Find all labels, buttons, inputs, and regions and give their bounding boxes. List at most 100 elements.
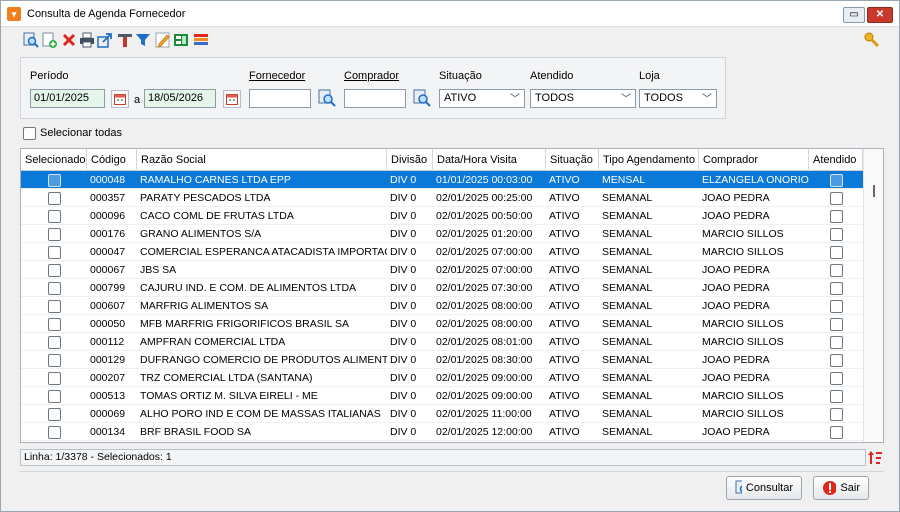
- vertical-scrollbar[interactable]: [863, 149, 883, 442]
- atendido-checkbox[interactable]: [829, 299, 843, 313]
- sort-icon[interactable]: [867, 449, 883, 466]
- atendido-checkbox[interactable]: [829, 209, 843, 223]
- search-icon[interactable]: [23, 32, 39, 48]
- checkbox[interactable]: [23, 126, 36, 140]
- column-header-tipo-agendamento[interactable]: Tipo Agendamento: [599, 149, 699, 171]
- row-select-checkbox[interactable]: [47, 191, 61, 205]
- cell-atendido[interactable]: [809, 225, 863, 243]
- table-row[interactable]: 000048 RAMALHO CARNES LTDA EPP DIV 0 01/01/…: [21, 171, 863, 189]
- row-select-checkbox[interactable]: [47, 263, 61, 277]
- row-select-checkbox[interactable]: [47, 389, 61, 403]
- table-row[interactable]: 000207 TRZ COMERCIAL LTDA (SANTANA) DIV 0 0…: [21, 369, 863, 387]
- row-select-checkbox[interactable]: [47, 173, 61, 187]
- column-header-selecionado[interactable]: Selecionado: [21, 149, 87, 171]
- scrollbar-thumb[interactable]: [873, 185, 875, 197]
- cell-selecionado[interactable]: [21, 405, 87, 423]
- cell-atendido[interactable]: [809, 315, 863, 333]
- comprador-search-icon[interactable]: [413, 89, 431, 107]
- date-from-input[interactable]: 01/01/2025: [30, 89, 105, 108]
- atendido-checkbox[interactable]: [829, 191, 843, 205]
- row-select-checkbox[interactable]: [47, 425, 61, 439]
- cell-atendido[interactable]: [809, 423, 863, 441]
- table-row[interactable]: 000134 BRF BRASIL FOOD SA DIV 0 02/01/2025 …: [21, 423, 863, 441]
- tools-icon[interactable]: [117, 32, 133, 48]
- atendido-checkbox[interactable]: [829, 245, 843, 259]
- row-select-checkbox[interactable]: [47, 371, 61, 385]
- cell-selecionado[interactable]: [21, 225, 87, 243]
- row-select-checkbox[interactable]: [47, 209, 61, 223]
- atendido-checkbox[interactable]: [829, 173, 843, 187]
- cell-atendido[interactable]: [809, 405, 863, 423]
- atendido-checkbox[interactable]: [829, 281, 843, 295]
- table-row[interactable]: 000129 DUFRANGO COMERCIO DE PRODUTOS ALIM…: [21, 351, 863, 369]
- table-row[interactable]: 000357 PARATY PESCADOS LTDA DIV 0 02/01/202…: [21, 189, 863, 207]
- cell-selecionado[interactable]: [21, 189, 87, 207]
- edit-icon[interactable]: [155, 32, 171, 48]
- fornecedor-input[interactable]: [249, 89, 311, 108]
- table-row[interactable]: 000096 CACO COML DE FRUTAS LTDA DIV 0 02/01…: [21, 207, 863, 225]
- table-row[interactable]: 000176 GRANO ALIMENTOS S/A DIV 0 02/01/2025…: [21, 225, 863, 243]
- cell-atendido[interactable]: [809, 387, 863, 405]
- cell-atendido[interactable]: [809, 369, 863, 387]
- loja-select[interactable]: TODOS ﹀: [639, 89, 717, 108]
- cell-selecionado[interactable]: [21, 243, 87, 261]
- close-button[interactable]: ✕: [867, 7, 893, 23]
- cell-selecionado[interactable]: [21, 423, 87, 441]
- column-header-comprador[interactable]: Comprador: [699, 149, 809, 171]
- row-select-checkbox[interactable]: [47, 353, 61, 367]
- table-row[interactable]: 000112 AMPFRAN COMERCIAL LTDA DIV 0 02/01/2…: [21, 333, 863, 351]
- table-row[interactable]: 000607 MARFRIG ALIMENTOS SA DIV 0 02/01/202…: [21, 297, 863, 315]
- cell-selecionado[interactable]: [21, 261, 87, 279]
- select-all-checkbox[interactable]: Selecionar todas: [23, 126, 122, 140]
- row-select-checkbox[interactable]: [47, 281, 61, 295]
- atendido-checkbox[interactable]: [829, 371, 843, 385]
- row-select-checkbox[interactable]: [47, 299, 61, 313]
- cell-selecionado[interactable]: [21, 207, 87, 225]
- date-to-input[interactable]: 18/05/2026: [144, 89, 216, 108]
- export-icon[interactable]: [97, 32, 113, 48]
- consultar-button[interactable]: Consultar: [726, 476, 802, 500]
- cell-atendido[interactable]: [809, 189, 863, 207]
- cell-selecionado[interactable]: [21, 279, 87, 297]
- sair-button[interactable]: Sair: [813, 476, 869, 500]
- column-header-atendido[interactable]: Atendido: [809, 149, 863, 171]
- table-row[interactable]: 000067 JBS SA DIV 0 02/01/2025 07:00:00 ATIV…: [21, 261, 863, 279]
- comprador-input[interactable]: [344, 89, 406, 108]
- cell-selecionado[interactable]: [21, 351, 87, 369]
- cell-selecionado[interactable]: [21, 369, 87, 387]
- atendido-checkbox[interactable]: [829, 317, 843, 331]
- column-header-situacao[interactable]: Situação: [546, 149, 599, 171]
- table-row[interactable]: 000047 COMERCIAL ESPERANCA ATACADISTA IMP…: [21, 243, 863, 261]
- spreadsheet-icon[interactable]: [173, 32, 189, 48]
- cell-atendido[interactable]: [809, 243, 863, 261]
- cell-selecionado[interactable]: [21, 297, 87, 315]
- atendido-checkbox[interactable]: [829, 425, 843, 439]
- cell-atendido[interactable]: [809, 333, 863, 351]
- column-header-codigo[interactable]: Código: [87, 149, 137, 171]
- cell-selecionado[interactable]: [21, 333, 87, 351]
- table-row[interactable]: 000799 CAJURU IND. E COM. DE ALIMENTOS LT…: [21, 279, 863, 297]
- cell-selecionado[interactable]: [21, 171, 87, 189]
- table-row[interactable]: 000050 MFB MARFRIG FRIGORIFICOS BRASIL SA…: [21, 315, 863, 333]
- table-row[interactable]: 000513 TOMAS ORTIZ M. SILVA EIRELI - ME DI…: [21, 387, 863, 405]
- calendar-icon[interactable]: [223, 90, 241, 108]
- atendido-checkbox[interactable]: [829, 389, 843, 403]
- table-row[interactable]: 000069 ALHO PORO IND E COM DE MASSAS ITAL…: [21, 405, 863, 423]
- atendido-checkbox[interactable]: [829, 263, 843, 277]
- delete-icon[interactable]: [61, 32, 77, 48]
- atendido-select[interactable]: TODOS ﹀: [530, 89, 636, 108]
- cell-atendido[interactable]: [809, 351, 863, 369]
- cell-atendido[interactable]: [809, 171, 863, 189]
- filter-icon[interactable]: [135, 32, 151, 48]
- row-select-checkbox[interactable]: [47, 317, 61, 331]
- row-select-checkbox[interactable]: [47, 245, 61, 259]
- key-icon[interactable]: [863, 31, 881, 49]
- cell-atendido[interactable]: [809, 279, 863, 297]
- cell-selecionado[interactable]: [21, 387, 87, 405]
- atendido-checkbox[interactable]: [829, 353, 843, 367]
- situacao-select[interactable]: ATIVO ﹀: [439, 89, 525, 108]
- column-header-data-hora[interactable]: Data/Hora Visita: [433, 149, 546, 171]
- column-header-divisao[interactable]: Divisão: [387, 149, 433, 171]
- new-document-icon[interactable]: [41, 32, 57, 48]
- atendido-checkbox[interactable]: [829, 407, 843, 421]
